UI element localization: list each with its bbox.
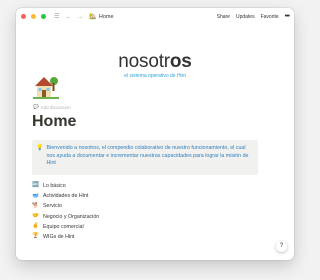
page-link-servicio[interactable]: 🐕 Servicio bbox=[32, 201, 99, 211]
page-link-wigs[interactable]: 🏆 WIGs de Hint bbox=[32, 232, 99, 242]
page-link-equipo[interactable]: ✌ Equipo comercial bbox=[32, 222, 99, 232]
house-icon: 🏡 bbox=[89, 14, 97, 20]
dog-icon: 🐕 bbox=[32, 202, 39, 209]
page-link-label: Negocio y Organización bbox=[43, 213, 100, 220]
help-button[interactable]: ? bbox=[276, 241, 287, 252]
page-title: Home bbox=[32, 113, 77, 130]
logo-wordmark: nosotros bbox=[16, 52, 294, 71]
breadcrumb[interactable]: 🏡 Home bbox=[89, 13, 114, 21]
favorite-button[interactable]: Favorite bbox=[261, 14, 279, 20]
forward-arrow-icon[interactable]: → bbox=[77, 14, 83, 20]
page-link-label: WIGs de Hint bbox=[43, 234, 75, 241]
page-link-label: Actividades de Hint bbox=[43, 193, 89, 200]
victory-hand-icon: ✌ bbox=[32, 223, 39, 230]
page-links-list: 🔤 Lo básico 🥣 Actividades de Hint 🐕 Serv… bbox=[32, 181, 99, 242]
page-link-label: Equipo comercial bbox=[43, 223, 84, 230]
callout-text: Bienvenido a nosotros, el compendio cola… bbox=[46, 145, 249, 167]
bowl-icon: 🥣 bbox=[32, 192, 39, 199]
page-link-negocio[interactable]: 🤝 Negocio y Organización bbox=[32, 212, 99, 222]
more-options-button[interactable]: ••• bbox=[285, 13, 290, 20]
updates-button[interactable]: Updates bbox=[236, 14, 255, 20]
sidebar-toggle-icon[interactable]: ☰ bbox=[54, 14, 59, 20]
breadcrumb-label: Home bbox=[98, 13, 114, 20]
add-discussion-button[interactable]: 💬 Add discussion bbox=[33, 104, 71, 110]
page-link-actividades[interactable]: 🥣 Actividades de Hint bbox=[32, 191, 99, 201]
close-window-button[interactable] bbox=[21, 14, 26, 19]
house-icon[interactable] bbox=[33, 74, 59, 100]
logo-word-light: nosotr bbox=[118, 51, 170, 72]
page-link-lo-basico[interactable]: 🔤 Lo básico bbox=[32, 181, 99, 191]
logo-word-bold: os bbox=[169, 51, 192, 72]
handshake-icon: 🤝 bbox=[32, 212, 39, 219]
title-bar: ☰ ← → 🏡 Home Share Updates Favorite ••• bbox=[16, 8, 294, 25]
page-link-label: Lo básico bbox=[43, 183, 66, 190]
callout-block: 💡 Bienvenido a nosotros, el compendio co… bbox=[32, 140, 258, 175]
lightbulb-icon: 💡 bbox=[36, 145, 44, 151]
share-button[interactable]: Share bbox=[217, 14, 230, 20]
comment-icon: 💬 bbox=[33, 104, 39, 109]
add-discussion-label: Add discussion bbox=[40, 104, 71, 110]
minimize-window-button[interactable] bbox=[31, 14, 36, 19]
back-arrow-icon[interactable]: ← bbox=[65, 14, 71, 20]
zoom-window-button[interactable] bbox=[41, 14, 46, 19]
trophy-icon: 🏆 bbox=[32, 233, 39, 240]
page-link-label: Servicio bbox=[43, 203, 62, 210]
abc-icon: 🔤 bbox=[32, 182, 39, 189]
